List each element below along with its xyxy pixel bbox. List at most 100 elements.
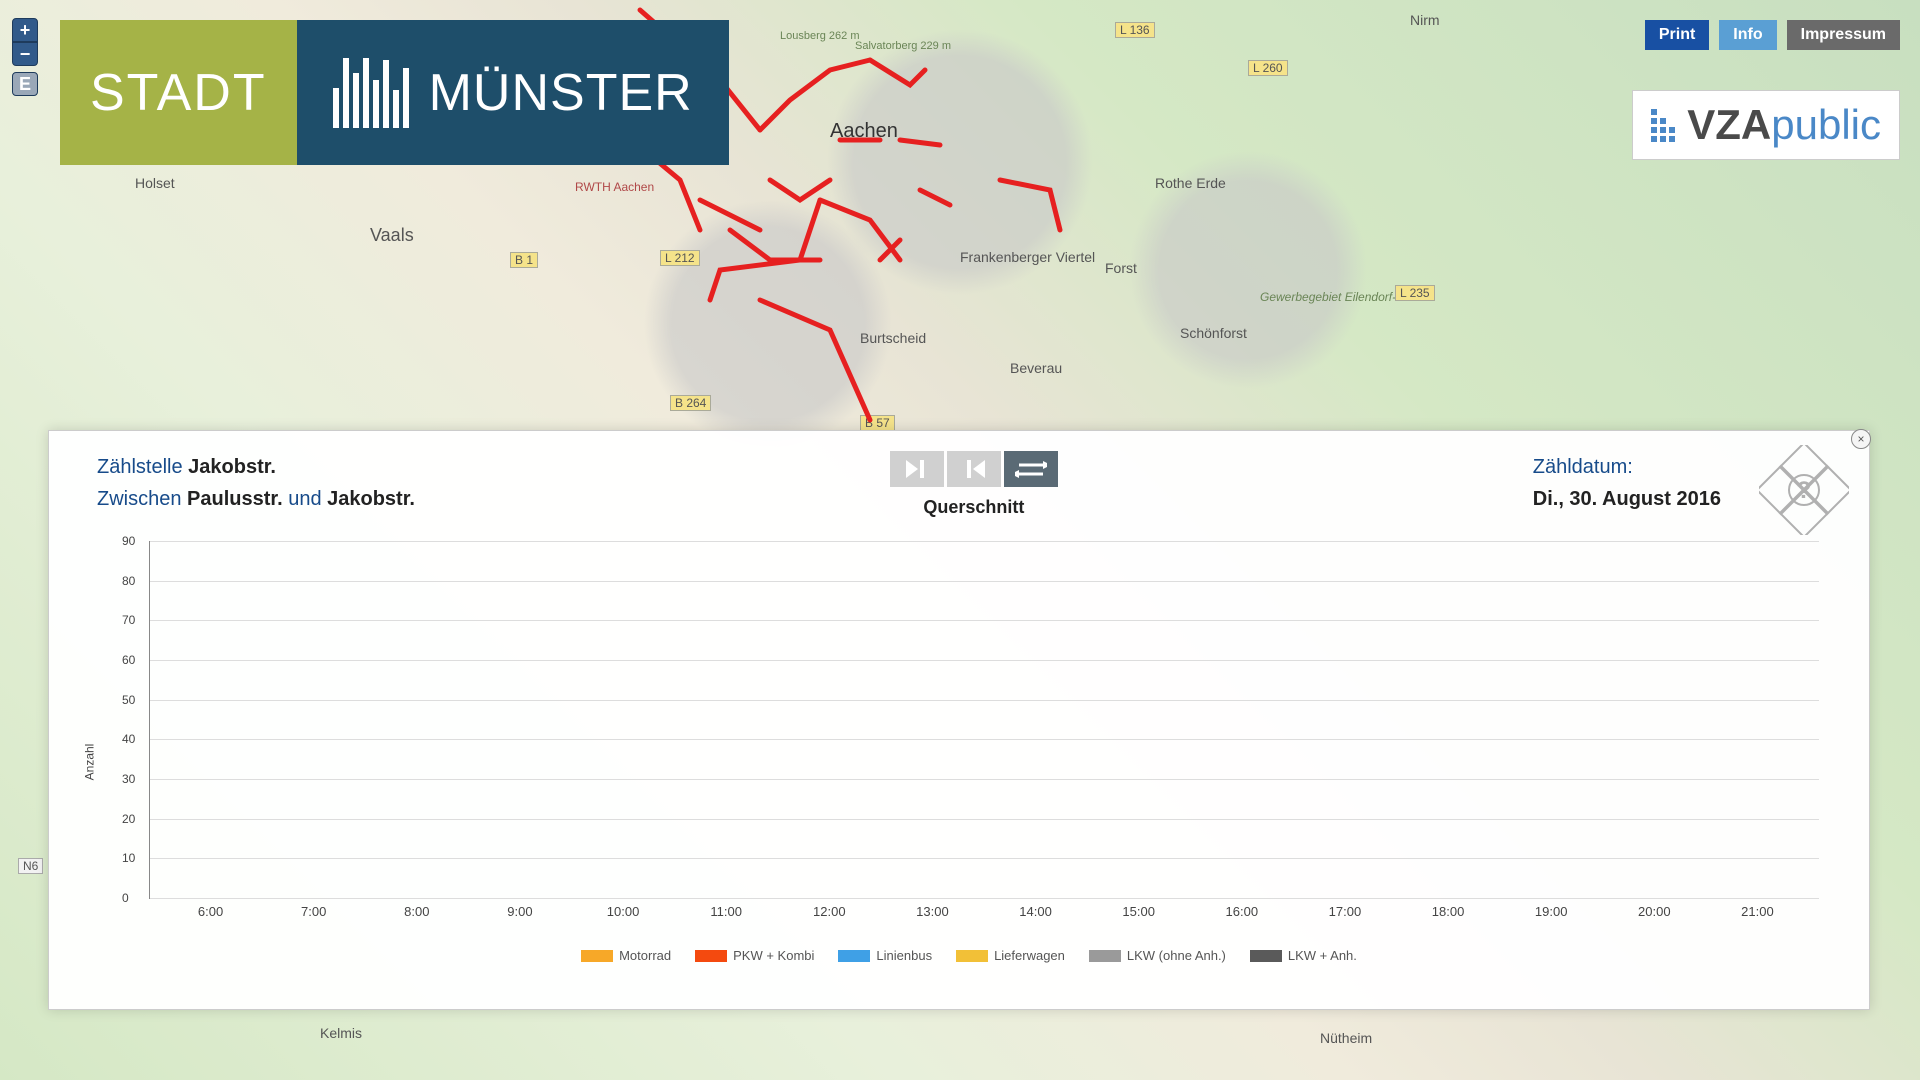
road-b1: B 1 (510, 252, 538, 268)
map-label-burtscheid: Burtscheid (860, 330, 926, 346)
legend-label: LKW + Anh. (1288, 948, 1357, 963)
x-tick: 15:00 (1100, 904, 1178, 919)
panel-header-left: Zählstelle Jakobstr. Zwischen Paulusstr.… (97, 451, 415, 515)
stadt-muenster-logo: STADT MÜNSTER (60, 20, 729, 165)
legend-label: Motorrad (619, 948, 671, 963)
svg-text:?: ? (1797, 477, 1812, 504)
x-tick: 13:00 (893, 904, 971, 919)
road-l212: L 212 (660, 250, 700, 266)
between-label-a: Zwischen (97, 488, 187, 510)
map-label-nirm: Nirm (1410, 12, 1440, 28)
nav-play-forward-button[interactable] (890, 451, 944, 487)
map-label-rwth: RWTH Aachen (575, 180, 654, 194)
x-tick: 8:00 (378, 904, 456, 919)
between-label-b: und (283, 488, 327, 510)
y-tick: 10 (122, 851, 135, 865)
map-label-lousberg: Lousberg 262 m (780, 30, 860, 42)
road-b57: B 57 (860, 415, 895, 431)
y-axis-label: Anzahl (82, 744, 96, 781)
map-label-rothe: Rothe Erde (1155, 175, 1226, 191)
legend-item: PKW + Kombi (695, 948, 814, 963)
map-label-salvatorberg: Salvatorberg 229 m (855, 40, 951, 52)
y-tick: 30 (122, 772, 135, 786)
impressum-button[interactable]: Impressum (1787, 20, 1900, 50)
legend-label: Lieferwagen (994, 948, 1065, 963)
both-directions-icon (1015, 458, 1047, 480)
nav-both-directions-button[interactable] (1004, 451, 1058, 487)
zoom-out-button[interactable]: − (12, 42, 38, 66)
road-n6: N6 (18, 858, 43, 874)
vza-text1: VZA (1687, 101, 1771, 148)
x-tick: 18:00 (1409, 904, 1487, 919)
y-tick: 90 (122, 534, 135, 548)
legend-item: Motorrad (581, 948, 671, 963)
map-label-forst: Forst (1105, 260, 1137, 276)
x-tick: 19:00 (1512, 904, 1590, 919)
legend-item: LKW (ohne Anh.) (1089, 948, 1226, 963)
play-forward-icon (906, 460, 928, 478)
compass-icon[interactable]: ? (1759, 445, 1849, 535)
logo-right: MÜNSTER (297, 20, 729, 165)
chart-plot-area: 0102030405060708090 (149, 541, 1819, 899)
x-tick: 17:00 (1306, 904, 1384, 919)
vza-dots-icon (1651, 109, 1675, 142)
y-tick: 50 (122, 693, 135, 707)
logo-bars-icon (333, 58, 409, 128)
map-label-holset: Holset (135, 175, 175, 191)
map-label-vaals: Vaals (370, 225, 414, 246)
y-tick: 40 (122, 732, 135, 746)
map-label-aachen: Aachen (830, 120, 898, 143)
map-label-kelmis: Kelmis (320, 1025, 362, 1041)
legend-swatch (1089, 950, 1121, 962)
chart-container: Anzahl 0102030405060708090 6:007:008:009… (109, 541, 1829, 969)
legend-item: Lieferwagen (956, 948, 1065, 963)
play-backward-icon (963, 460, 985, 478)
x-tick: 21:00 (1718, 904, 1796, 919)
x-tick: 12:00 (790, 904, 868, 919)
legend-swatch (1250, 950, 1282, 962)
x-tick: 7:00 (275, 904, 353, 919)
y-tick: 80 (122, 574, 135, 588)
legend-label: Linienbus (876, 948, 932, 963)
y-tick: 60 (122, 653, 135, 667)
map-label-beverau: Beverau (1010, 360, 1062, 376)
print-button[interactable]: Print (1645, 20, 1709, 50)
extent-button[interactable]: E (12, 72, 38, 96)
chart-panel: × Zählstelle Jakobstr. Zwischen Paulusst… (48, 430, 1870, 1010)
legend-swatch (581, 950, 613, 962)
between-value-a: Paulusstr. (187, 488, 283, 510)
road-b264: B 264 (670, 395, 711, 411)
x-tick: 10:00 (584, 904, 662, 919)
legend-item: LKW + Anh. (1250, 948, 1357, 963)
panel-header-center: Querschnitt (890, 451, 1058, 518)
legend-label: PKW + Kombi (733, 948, 814, 963)
nav-play-backward-button[interactable] (947, 451, 1001, 487)
legend-label: LKW (ohne Anh.) (1127, 948, 1226, 963)
legend-item: Linienbus (838, 948, 932, 963)
logo-right-text: MÜNSTER (429, 63, 693, 123)
querschnitt-label: Querschnitt (890, 497, 1058, 518)
y-tick: 70 (122, 613, 135, 627)
logo-left: STADT (60, 20, 297, 165)
x-tick: 20:00 (1615, 904, 1693, 919)
x-axis-ticks: 6:007:008:009:0010:0011:0012:0013:0014:0… (149, 904, 1819, 919)
zaehldatum-label: Zähldatum: (1533, 451, 1721, 483)
zoom-in-button[interactable]: + (12, 18, 38, 42)
road-l260: L 260 (1248, 60, 1288, 76)
panel-close-button[interactable]: × (1851, 429, 1871, 449)
legend-swatch (695, 950, 727, 962)
info-button[interactable]: Info (1719, 20, 1776, 50)
map-label-schonforst: Schönforst (1180, 325, 1247, 341)
road-l235: L 235 (1395, 285, 1435, 301)
x-tick: 6:00 (172, 904, 250, 919)
zaehlstelle-value: Jakobstr. (188, 456, 276, 478)
map-label-nutheim: Nütheim (1320, 1030, 1372, 1046)
x-tick: 9:00 (481, 904, 559, 919)
legend-swatch (956, 950, 988, 962)
y-tick: 0 (122, 891, 129, 905)
road-l136: L 136 (1115, 22, 1155, 38)
x-tick: 16:00 (1203, 904, 1281, 919)
x-tick: 14:00 (997, 904, 1075, 919)
legend-swatch (838, 950, 870, 962)
zaehlstelle-label: Zählstelle (97, 456, 188, 478)
